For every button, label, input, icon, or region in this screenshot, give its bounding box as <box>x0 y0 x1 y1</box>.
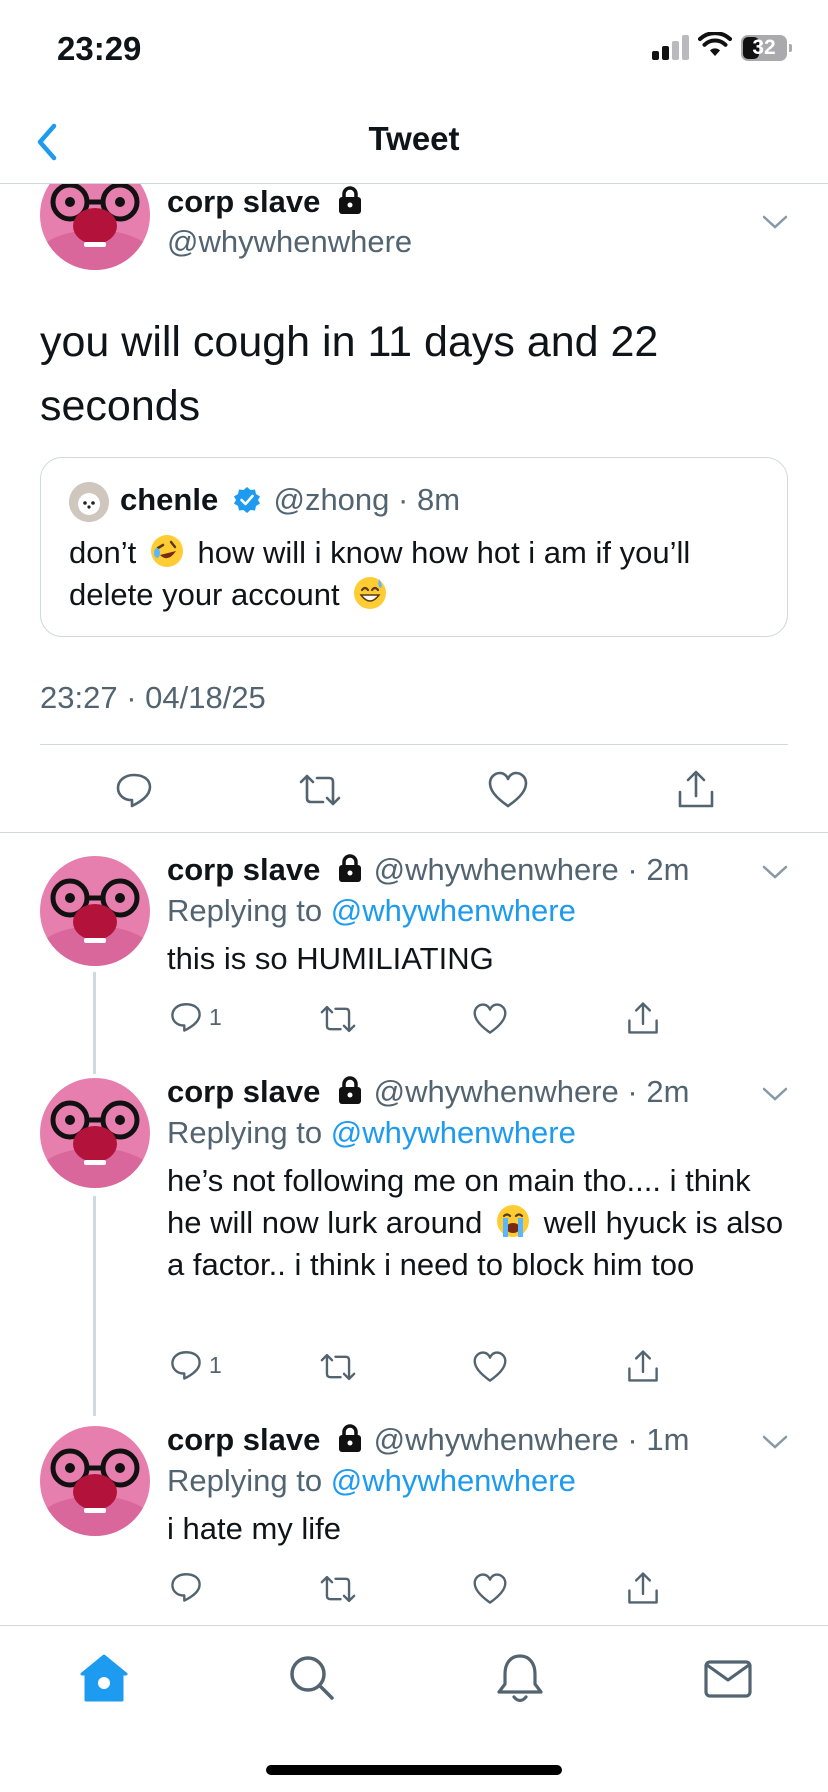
reply-time: 2m <box>646 852 690 887</box>
replying-to-mention[interactable]: @whywhenwhere <box>331 1115 576 1150</box>
retweet-icon[interactable] <box>297 770 343 810</box>
reply-icon[interactable] <box>114 770 154 810</box>
reply-icon <box>171 1003 201 1032</box>
share-icon[interactable] <box>676 768 716 810</box>
reply-text: he’s not following me on main tho.... i … <box>167 1160 787 1286</box>
share-icon[interactable] <box>626 1570 660 1606</box>
avatar[interactable] <box>40 1078 150 1188</box>
replying-to: Replying to @whywhenwhere <box>167 1463 576 1498</box>
nav-bar: Tweet <box>0 100 828 184</box>
replying-to: Replying to @whywhenwhere <box>167 1115 576 1150</box>
reply-icon <box>171 1351 201 1380</box>
share-icon[interactable] <box>626 1348 660 1384</box>
quote-header: chenle @zhong · 8m <box>120 482 461 517</box>
tweet-text: you will cough in 11 days and 22 seconds <box>40 318 659 430</box>
page-title: Tweet <box>368 120 460 157</box>
reply-tweet[interactable]: corp slave @whywhenwhere · 2m Replying t… <box>0 1072 828 1412</box>
signal-icon <box>652 34 690 60</box>
share-icon[interactable] <box>626 1000 660 1036</box>
avatar[interactable] <box>40 1426 150 1536</box>
chevron-down-icon[interactable] <box>760 862 790 882</box>
like-icon[interactable] <box>487 770 529 810</box>
reply-count: 1 <box>209 1351 222 1378</box>
battery-icon: 32 <box>741 35 792 61</box>
reply-text: i hate my life <box>167 1511 342 1546</box>
reply-tweet[interactable]: corp slave @whywhenwhere · 2m Replying t… <box>0 850 828 1062</box>
messages-icon[interactable] <box>698 1648 758 1708</box>
author-name[interactable]: corp slave <box>167 852 320 887</box>
reply-header: corp slave @whywhenwhere · 2m <box>167 1074 690 1109</box>
home-indicator[interactable] <box>266 1765 562 1775</box>
status-time: 23:29 <box>57 30 142 67</box>
home-icon[interactable] <box>74 1648 134 1708</box>
reply-button[interactable]: 1 <box>169 1000 222 1034</box>
like-icon[interactable] <box>472 1572 508 1606</box>
quote-text: don’t how will i know how hot i am if yo… <box>69 532 769 616</box>
replying-to-mention[interactable]: @whywhenwhere <box>331 893 576 928</box>
author-name[interactable]: corp slave <box>167 1422 320 1457</box>
like-icon[interactable] <box>472 1002 508 1036</box>
reply-button[interactable]: 1 <box>169 1348 222 1382</box>
retweet-icon[interactable] <box>318 1350 358 1384</box>
chevron-down-icon[interactable] <box>760 212 790 232</box>
replying-to: Replying to @whywhenwhere <box>167 893 576 928</box>
grinning-sweat-icon <box>354 577 387 609</box>
lock-icon <box>339 854 361 882</box>
verified-badge-icon <box>233 487 260 513</box>
author-name[interactable]: corp slave <box>167 184 320 219</box>
reply-time: 2m <box>646 1074 690 1109</box>
reply-time: 1m <box>646 1422 690 1457</box>
search-icon[interactable] <box>282 1648 342 1708</box>
quote-time: 8m <box>416 482 461 517</box>
quote-author-name: chenle <box>120 482 219 517</box>
loudly-crying-icon <box>496 1205 529 1237</box>
avatar[interactable] <box>40 856 150 966</box>
like-icon[interactable] <box>472 1350 508 1384</box>
chevron-down-icon[interactable] <box>760 1084 790 1104</box>
quote-avatar <box>69 482 109 522</box>
battery-level: 32 <box>752 36 776 59</box>
reply-header: corp slave @whywhenwhere · 1m <box>167 1422 690 1457</box>
notifications-icon[interactable] <box>490 1648 550 1708</box>
reply-header: corp slave @whywhenwhere · 2m <box>167 852 690 887</box>
reply-button[interactable] <box>169 1570 209 1604</box>
quote-tweet-card[interactable]: chenle @zhong · 8m don’t how will i know… <box>40 457 788 637</box>
divider <box>0 832 828 833</box>
divider <box>40 744 788 745</box>
reply-icon <box>171 1573 201 1602</box>
replying-to-mention[interactable]: @whywhenwhere <box>331 1463 576 1498</box>
retweet-icon[interactable] <box>318 1572 358 1606</box>
lock-icon <box>339 186 361 214</box>
main-tweet-author: corp slave <box>167 184 365 220</box>
quote-text-part1: don’t <box>69 535 137 570</box>
reply-count: 1 <box>209 1003 222 1030</box>
wifi-icon <box>698 32 732 56</box>
status-bar: 23:29 32 <box>0 0 828 100</box>
reply-text: this is so HUMILIATING <box>167 941 494 976</box>
tweet-timestamp: 23:27 · 04/18/25 <box>40 680 266 715</box>
author-name[interactable]: corp slave <box>167 1074 320 1109</box>
chevron-down-icon[interactable] <box>760 1432 790 1452</box>
rolling-on-floor-laughing-icon <box>150 535 183 567</box>
author-handle[interactable]: @whywhenwhere <box>374 1422 619 1457</box>
reply-tweet[interactable]: corp slave @whywhenwhere · 1m Replying t… <box>0 1420 828 1620</box>
author-handle[interactable]: @whywhenwhere <box>374 852 619 887</box>
lock-icon <box>339 1424 361 1452</box>
quote-author-handle: @zhong <box>273 482 390 517</box>
retweet-icon[interactable] <box>318 1002 358 1036</box>
lock-icon <box>339 1076 361 1104</box>
author-handle[interactable]: @whywhenwhere <box>374 1074 619 1109</box>
main-tweet-actions <box>0 750 828 828</box>
author-handle[interactable]: @whywhenwhere <box>167 224 412 260</box>
